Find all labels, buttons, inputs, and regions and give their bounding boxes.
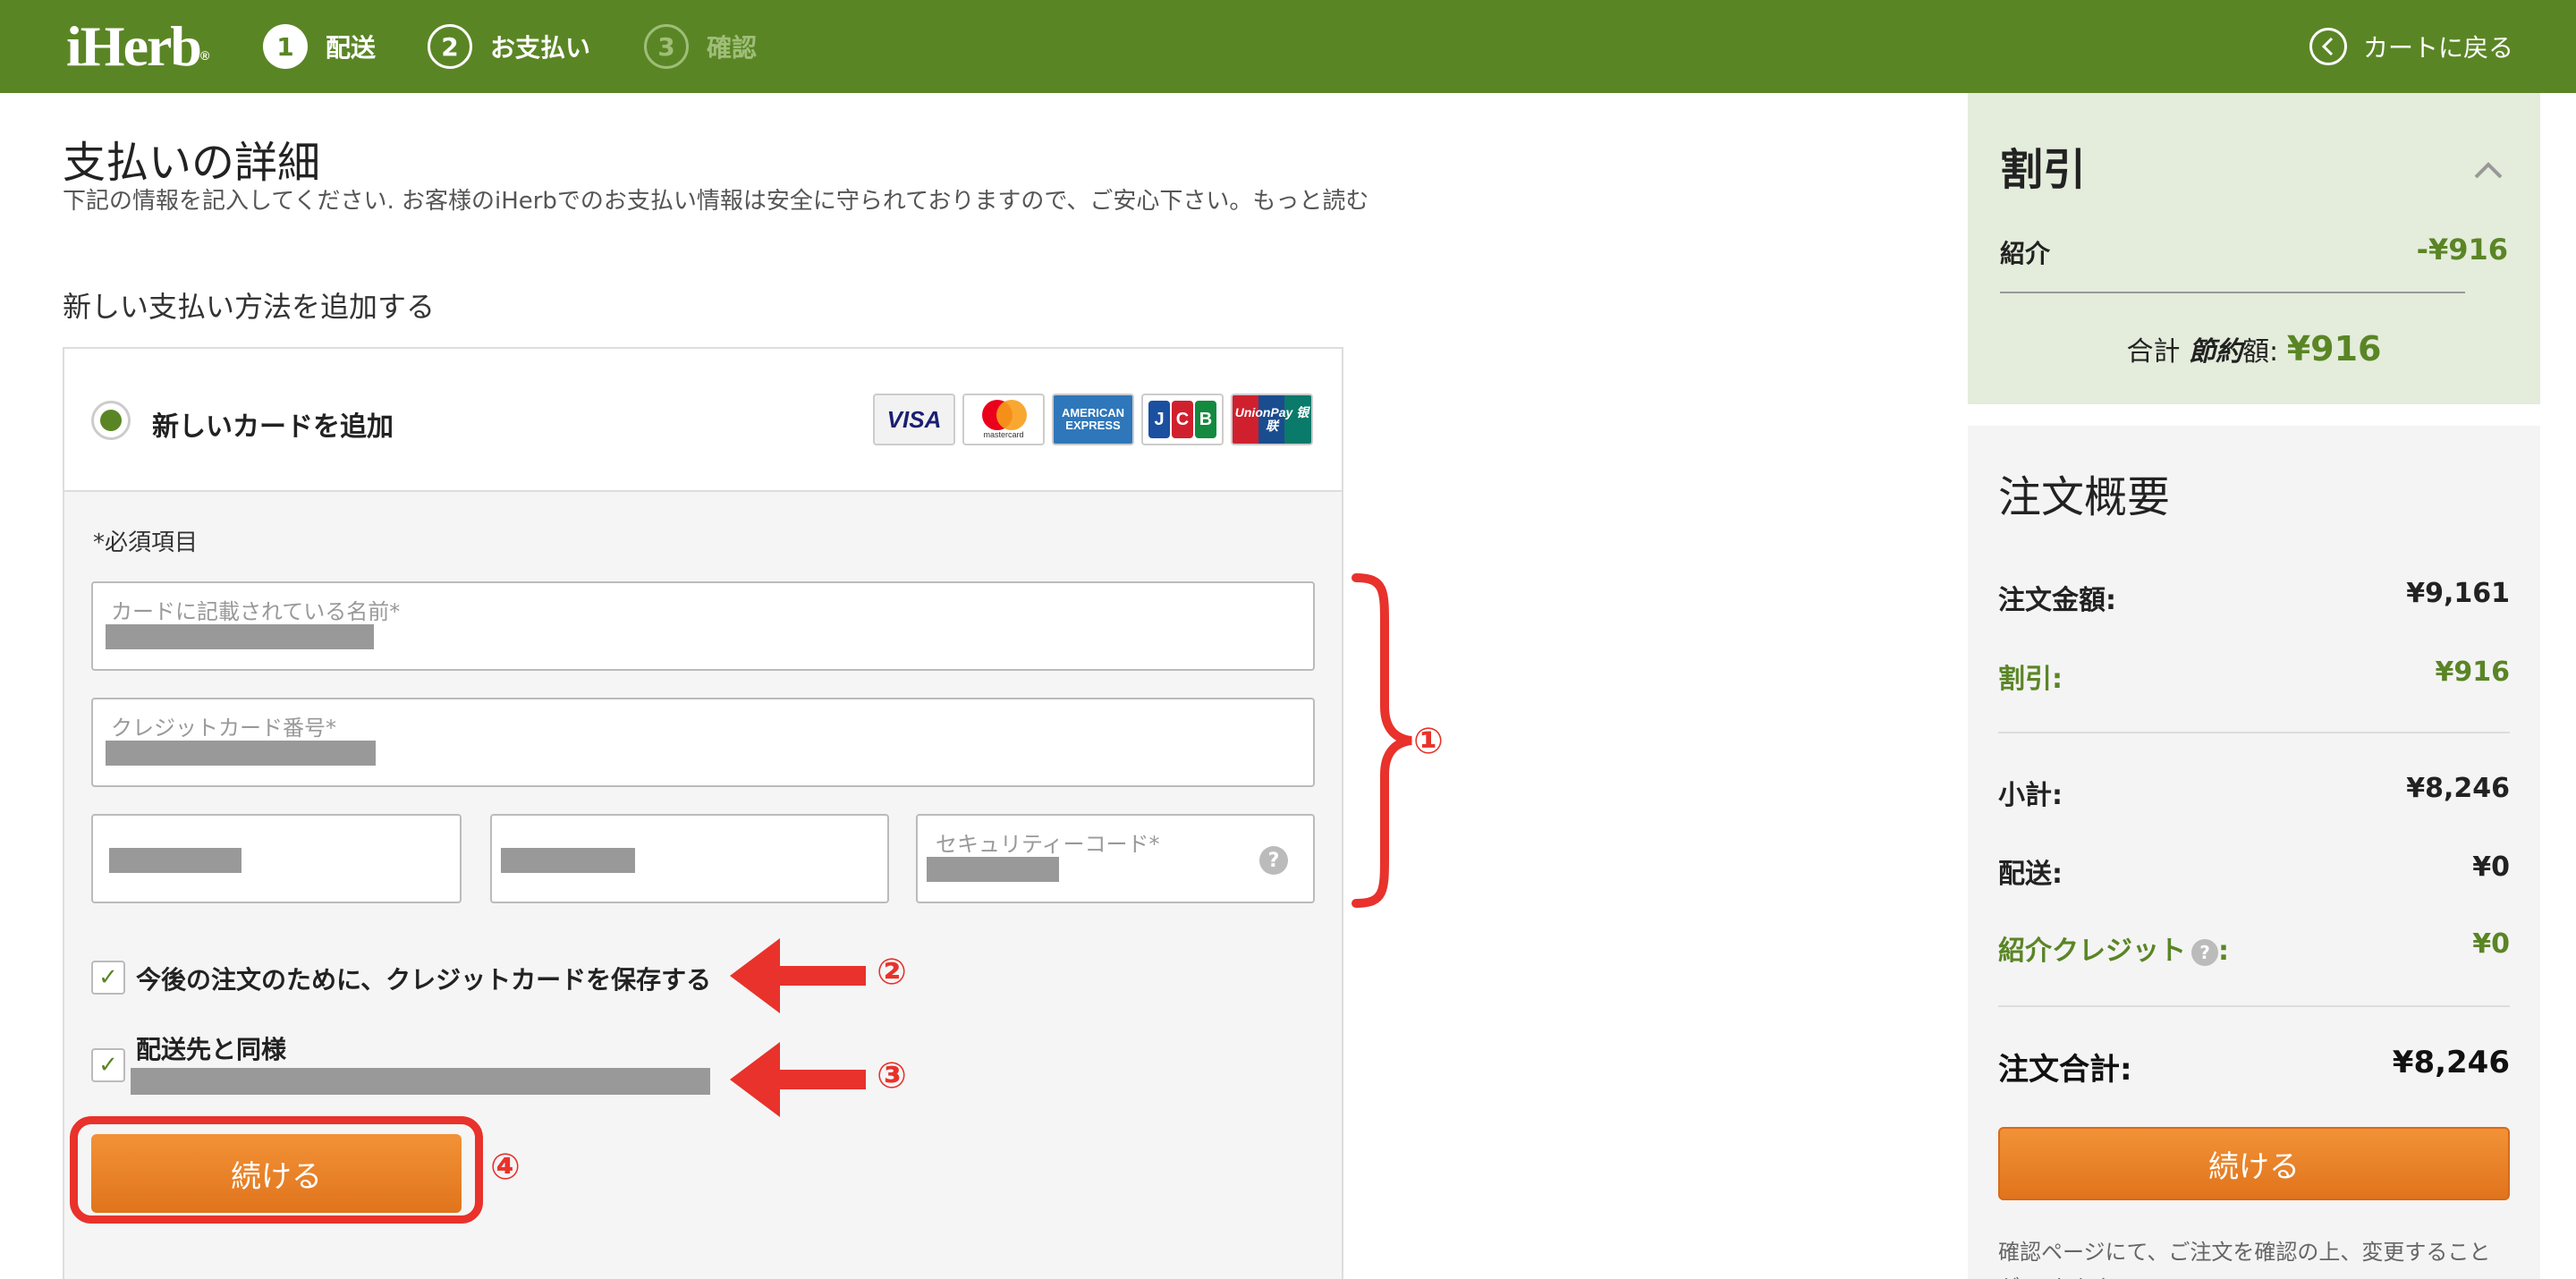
add-card-label: 新しいカードを追加: [152, 411, 394, 443]
step-label: 確認: [707, 33, 758, 63]
step-payment[interactable]: 2 お支払い: [428, 22, 590, 71]
checkmark-icon: ✓: [98, 1052, 118, 1079]
arrow-icon: [730, 1042, 866, 1117]
referral-credit-value: ¥0: [2472, 928, 2510, 960]
same-as-shipping-checkbox[interactable]: ✓: [91, 1048, 125, 1082]
jcb-logo: JCB: [1141, 394, 1224, 445]
curly-brace-annotation: [1352, 573, 1412, 908]
total-savings-italic: 節約: [2189, 336, 2243, 368]
top-navigation-bar: iHerb® 1 配送 2 お支払い 3 確認 カートに戻る: [0, 0, 2576, 93]
total-savings: 合計 節約額: ¥916: [1968, 329, 2540, 368]
security-code-field[interactable]: セキュリティーコード* ?: [916, 814, 1315, 903]
redacted-value: [501, 848, 635, 873]
save-card-checkbox[interactable]: ✓: [91, 961, 125, 995]
back-to-cart-link[interactable]: カートに戻る: [2309, 25, 2513, 68]
annotation-3: ③: [877, 1055, 907, 1097]
order-total-label: 注文合計:: [1998, 1052, 2132, 1088]
page-description: 下記の情報を記入してください. お客様のiHerbでのお支払い情報は安全に守られ…: [63, 188, 1369, 215]
step-number: 1: [263, 24, 308, 69]
total-savings-suffix: 額:: [2242, 336, 2279, 368]
divider: [1998, 732, 2510, 733]
divider: [1998, 1005, 2510, 1007]
card-number-field[interactable]: クレジットカード番号*: [91, 698, 1315, 787]
subtotal-row: 小計: ¥8,246: [1998, 773, 2510, 812]
expiry-month-field[interactable]: [91, 814, 462, 903]
card-panel-header: 新しいカードを追加 VISA mastercard AMERICAN EXPRE…: [64, 349, 1342, 492]
order-summary-title: 注文概要: [1998, 472, 2171, 522]
subtotal-label: 小計:: [1998, 780, 2063, 811]
logo-registered-mark: ®: [199, 48, 209, 63]
order-total-row: 注文合計: ¥8,246: [1998, 1045, 2510, 1088]
referral-discount-value: -¥916: [2416, 233, 2508, 267]
step-label: 配送: [326, 33, 377, 63]
discount-title: 割引: [2000, 145, 2087, 195]
redacted-value: [106, 741, 376, 766]
arrow-icon: [730, 938, 866, 1013]
redacted-value: [106, 624, 374, 649]
redacted-value: [927, 857, 1059, 882]
help-icon[interactable]: ?: [2191, 938, 2218, 966]
mastercard-circles-icon: [977, 400, 1030, 430]
summary-note: 確認ページにて、ご注文を確認の上、変更することが できます。: [1998, 1240, 2491, 1279]
unionpay-logo: UnionPay 银联: [1231, 394, 1313, 445]
total-savings-value: ¥916: [2286, 329, 2382, 368]
card-number-placeholder: クレジットカード番号*: [111, 716, 336, 741]
step-number: 2: [428, 24, 472, 69]
step-label: お支払い: [490, 33, 591, 63]
discount-label: 割引:: [1998, 664, 2063, 695]
back-to-cart-label: カートに戻る: [2362, 33, 2513, 63]
order-amount-value: ¥9,161: [2406, 578, 2510, 609]
step-number: 3: [644, 24, 689, 69]
order-amount-label: 注文金額:: [1998, 585, 2116, 616]
shipping-label: 配送:: [1998, 859, 2063, 890]
security-code-placeholder: セキュリティーコード*: [936, 832, 1160, 857]
chevron-left-circle-icon: [2309, 28, 2347, 65]
cardholder-name-placeholder: カードに記載されている名前*: [111, 599, 401, 624]
expiry-year-field[interactable]: [490, 814, 889, 903]
order-summary-panel: 注文概要 注文金額: ¥9,161 割引: ¥916 小計: ¥8,246 配送…: [1968, 426, 2540, 1279]
referral-credit-row: 紹介クレジット?: ¥0: [1998, 928, 2510, 968]
discount-row: 割引: ¥916: [1998, 656, 2510, 696]
cardholder-name-field[interactable]: カードに記載されている名前*: [91, 581, 1315, 671]
referral-credit-suffix: :: [2218, 936, 2229, 967]
referral-label: 紹介: [2000, 239, 2051, 268]
continue-button-highlight: [70, 1116, 483, 1224]
amex-logo: AMERICAN EXPRESS: [1052, 394, 1134, 445]
step-confirm: 3 確認: [644, 22, 757, 71]
section-title: 新しい支払い方法を追加する: [63, 290, 436, 324]
chevron-up-icon[interactable]: [2472, 154, 2504, 186]
annotation-4: ④: [490, 1147, 521, 1188]
redacted-address: [131, 1068, 710, 1095]
redacted-value: [109, 848, 242, 873]
mastercard-text: mastercard: [983, 430, 1024, 439]
help-icon[interactable]: ?: [1259, 846, 1288, 875]
subtotal-value: ¥8,246: [2406, 773, 2510, 804]
visa-logo: VISA: [873, 394, 955, 445]
referral-credit-label-group: 紹介クレジット?:: [1998, 928, 2229, 968]
total-savings-prefix: 合計: [2126, 336, 2181, 368]
required-note: *必須項目: [93, 529, 199, 556]
order-amount-row: 注文金額: ¥9,161: [1998, 578, 2510, 617]
checkmark-icon: ✓: [98, 964, 118, 991]
add-card-radio[interactable]: [91, 401, 131, 440]
logo-text: iHerb: [66, 14, 202, 78]
step-shipping[interactable]: 1 配送: [263, 22, 376, 71]
discount-panel: 割引 紹介 -¥916 合計 節約額: ¥916: [1968, 93, 2540, 404]
summary-continue-button[interactable]: 続ける: [1998, 1127, 2510, 1200]
shipping-row: 配送: ¥0: [1998, 851, 2510, 891]
shipping-value: ¥0: [2472, 851, 2510, 883]
page-title: 支払いの詳細: [63, 138, 321, 188]
order-total-value: ¥8,246: [2392, 1045, 2510, 1080]
mastercard-logo: mastercard: [962, 394, 1045, 445]
divider: [2000, 292, 2465, 293]
discount-value: ¥916: [2435, 656, 2511, 688]
annotation-1: ①: [1413, 721, 1444, 762]
card-brand-logos: VISA mastercard AMERICAN EXPRESS JCB Uni…: [873, 394, 1313, 445]
iherb-logo[interactable]: iHerb®: [66, 13, 227, 80]
referral-credit-label: 紹介クレジット: [1998, 936, 2186, 967]
annotation-2: ②: [877, 952, 907, 993]
same-as-shipping-label: 配送先と同様: [136, 1035, 287, 1064]
save-card-label: 今後の注文のために、クレジットカードを保存する: [136, 965, 712, 995]
